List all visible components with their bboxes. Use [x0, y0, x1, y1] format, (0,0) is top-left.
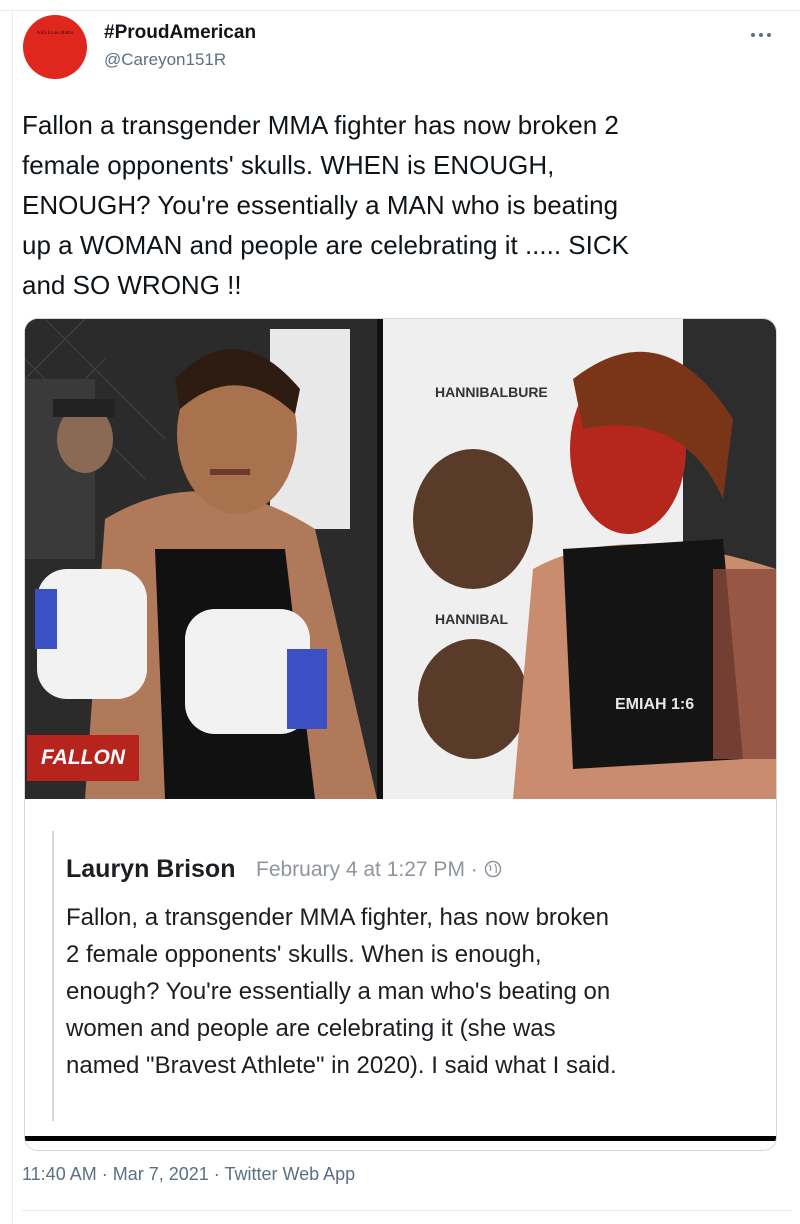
meta-divider — [22, 1210, 792, 1211]
more-options-button[interactable] — [750, 22, 772, 45]
shirt-text: EMIAH 1:6 — [615, 696, 694, 713]
user-handle[interactable]: @Careyon151R — [104, 50, 226, 70]
photo-right-fighter: HANNIBALBURE HANNIBAL EMIAH 1:6 — [383, 319, 776, 799]
quote-bottom-rule — [25, 1136, 776, 1141]
display-name[interactable]: #ProudAmerican — [104, 22, 256, 44]
fighter-photo: FALLON HANNIBALBURE HANNIBAL EMIAH 1:6 — [25, 319, 776, 799]
avatar[interactable]: AAS Lives Matter — [23, 15, 87, 79]
tweet-timestamp[interactable]: 11:40 AM · Mar 7, 2021 · Twitter Web App — [22, 1164, 355, 1185]
quoted-post: Lauryn Brison February 4 at 1:27 PM · Fa… — [25, 799, 776, 1150]
banner-text-top: HANNIBALBURE — [435, 384, 548, 400]
photo-left-fighter: FALLON — [25, 319, 377, 799]
tweet: AAS Lives Matter #ProudAmerican @Careyon… — [0, 0, 800, 1224]
quote-date-text: February 4 at 1:27 PM · — [256, 858, 484, 881]
quote-author: Lauryn Brison — [66, 855, 236, 883]
quote-body: Fallon, a transgender MMA fighter, has n… — [66, 904, 617, 1079]
avatar-text: AAS Lives Matter — [36, 31, 74, 36]
globe-icon — [484, 860, 501, 878]
quote-left-bar — [52, 831, 54, 1121]
tweet-media-image[interactable]: FALLON HANNIBALBURE HANNIBAL EMIAH 1:6 L… — [24, 318, 777, 1151]
quote-date: February 4 at 1:27 PM · — [256, 858, 502, 882]
more-horizontal-icon — [751, 33, 771, 37]
tweet-text: Fallon a transgender MMA fighter has now… — [22, 110, 629, 300]
banner-text-mid: HANNIBAL — [435, 611, 509, 627]
fallon-label: FALLON — [27, 735, 139, 781]
